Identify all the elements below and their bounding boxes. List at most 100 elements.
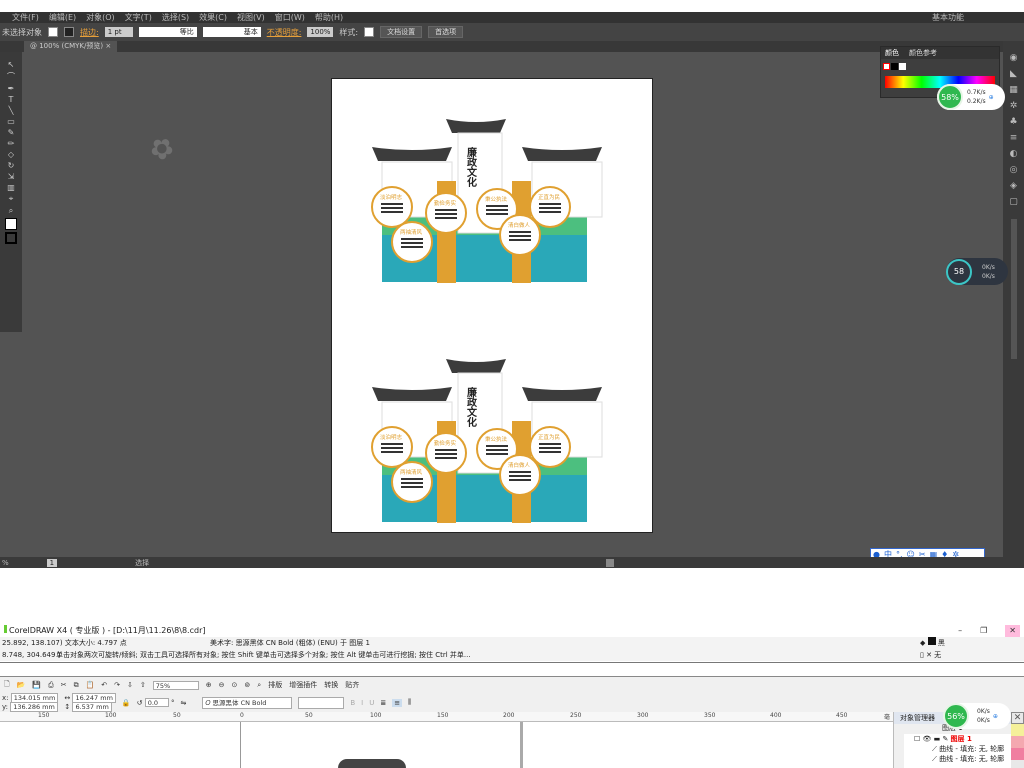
fill-swatch[interactable] [48, 27, 58, 37]
minimize-button[interactable]: – [958, 625, 962, 637]
zoom-selected-icon[interactable]: ⊙ [232, 681, 238, 689]
open-icon[interactable]: 📂 [17, 681, 26, 689]
brush-tool-icon[interactable]: ✎ [8, 128, 15, 137]
bold-icon[interactable]: B [350, 699, 355, 707]
fill-color-icon[interactable] [5, 218, 17, 230]
selection-tool-icon[interactable]: ↖ [8, 60, 15, 69]
menu-help[interactable]: 帮助(H) [315, 12, 343, 23]
menu-window[interactable]: 窗口(W) [275, 12, 305, 23]
line-tool-icon[interactable]: ╲ [9, 106, 14, 115]
zoom-tool-icon[interactable]: ⌕ [9, 206, 13, 216]
menu-select[interactable]: 选择(S) [162, 12, 189, 23]
coreldraw-canvas[interactable] [0, 722, 893, 768]
none-swatch[interactable] [883, 63, 890, 70]
y-field[interactable]: 136.286 mm [10, 701, 58, 712]
angle-field[interactable]: 0.0 [144, 698, 169, 707]
layout-button[interactable]: 排版 [268, 680, 282, 690]
print-icon[interactable]: ⎙ [48, 681, 54, 690]
swatches-icon[interactable]: ▦ [1009, 85, 1018, 95]
scrollbar[interactable] [1010, 219, 1017, 359]
snap-button[interactable]: 贴齐 [345, 680, 359, 690]
save-icon[interactable]: 💾 [32, 681, 41, 689]
horizontal-ruler[interactable]: 150 100 50 0 50 100 150 200 250 300 350 … [0, 712, 893, 730]
workspace-switcher[interactable]: 基本功能 [932, 12, 964, 23]
stroke-icon[interactable]: ≡ [1010, 133, 1018, 143]
mirror-icon[interactable]: ⇋ [180, 699, 186, 707]
new-icon[interactable]: 🗋 [4, 680, 10, 691]
menu-type[interactable]: 文字(T) [125, 12, 152, 23]
close-button[interactable]: ✕ [1005, 625, 1020, 637]
color-panel-icon[interactable]: ◉ [1010, 53, 1018, 63]
horizontal-text-icon[interactable]: ≡ [392, 698, 403, 707]
eraser-tool-icon[interactable]: ◇ [8, 150, 14, 159]
menu-object[interactable]: 对象(O) [86, 12, 115, 23]
menu-file[interactable]: 文件(F) [12, 12, 39, 23]
rectangle-tool-icon[interactable]: ▭ [7, 117, 15, 126]
zoom-page-icon[interactable]: ⌕ [257, 681, 261, 690]
document-setup-button[interactable]: 文档设置 [380, 26, 423, 38]
white-swatch[interactable] [899, 63, 906, 70]
document-tab[interactable]: @ 100% (CMYK/预览) × [24, 41, 118, 52]
artboard-number[interactable]: 1 [46, 558, 58, 567]
menu-edit[interactable]: 编辑(E) [49, 12, 76, 23]
network-speed-widget[interactable]: 58% 0.7K/s 0.2K/s ⊕ [937, 84, 1005, 110]
object-row[interactable]: ⟋ 曲线 - 填充: 无, 轮廓 [914, 754, 1011, 764]
color-tab[interactable]: 颜色 [885, 48, 899, 58]
opacity-label[interactable]: 不透明度: [267, 27, 302, 38]
brushes-icon[interactable]: ✲ [1010, 101, 1018, 111]
font-size-select[interactable] [298, 696, 345, 709]
height-field[interactable]: 6.537 mm [72, 701, 112, 712]
redo-icon[interactable]: ↷ [114, 681, 120, 689]
zoom-level-select[interactable]: 75% [152, 680, 199, 690]
style-swatch[interactable] [364, 27, 375, 37]
width-field[interactable]: 16.247 mm [72, 692, 116, 703]
zoom-field[interactable]: % [2, 559, 9, 567]
palette-swatch[interactable] [1011, 724, 1024, 736]
paste-icon[interactable]: 📋 [86, 681, 95, 689]
stroke-color-icon[interactable] [5, 232, 17, 244]
pencil-tool-icon[interactable]: ✏ [8, 139, 15, 148]
palette-swatch[interactable] [1011, 736, 1024, 748]
color-palette[interactable]: ✕ [1011, 712, 1024, 768]
plus-icon[interactable]: ⊕ [993, 713, 998, 720]
network-speed-widget-2[interactable]: 58 0K/s 0K/s [946, 258, 1008, 285]
import-icon[interactable]: ⇩ [127, 681, 133, 689]
stroke-swatch[interactable] [64, 27, 74, 37]
gradient-icon[interactable]: ◣ [1010, 69, 1017, 79]
close-tab-icon[interactable]: × [105, 42, 111, 50]
convert-button[interactable]: 转换 [324, 680, 338, 690]
x-field[interactable]: 134.015 mm [10, 692, 59, 703]
menu-effect[interactable]: 效果(C) [199, 12, 227, 23]
cut-icon[interactable]: ✂ [61, 681, 67, 689]
network-speed-widget-3[interactable]: 56% 0K/s 0K/s ⊕ [943, 703, 1011, 729]
lasso-tool-icon[interactable]: ⌒ [7, 71, 15, 82]
italic-icon[interactable]: I [361, 699, 363, 707]
restore-button[interactable]: ❐ [980, 625, 987, 637]
black-swatch[interactable] [891, 63, 898, 70]
preferences-button[interactable]: 首选项 [428, 26, 464, 38]
font-select[interactable]: 𝑂 思源黑体 CN Bold [202, 696, 293, 709]
zoom-in-icon[interactable]: ⊕ [206, 681, 212, 689]
rotate-tool-icon[interactable]: ↻ [8, 161, 15, 170]
artboard[interactable]: 廉政文化 淡泊明志 勤俭务实 秉公执法 正直为民 两袖清风 清白做人 廉政文化 淡泊明志 勤俭务… [331, 78, 653, 533]
artboards-icon[interactable]: ▢ [1009, 197, 1018, 207]
scale-tool-icon[interactable]: ⇲ [8, 172, 15, 181]
stroke-weight-field[interactable]: 1 pt [104, 27, 133, 37]
menu-view[interactable]: 视图(V) [237, 12, 265, 23]
eyedropper-tool-icon[interactable]: ⌖ [9, 194, 14, 204]
enhance-plugin-button[interactable]: 增强插件 [289, 680, 317, 690]
export-icon[interactable]: ⇧ [140, 681, 146, 689]
layer-row[interactable]: ☐ 👁 ▬ ✎ 图层 1 [914, 734, 1011, 744]
color-guide-tab[interactable]: 颜色参考 [909, 48, 937, 58]
lock-ratio-icon[interactable]: 🔒 [122, 699, 131, 707]
align-icon[interactable]: ≣ [380, 699, 386, 707]
pen-tool-icon[interactable]: ✒ [8, 84, 15, 93]
underline-icon[interactable]: U [369, 699, 374, 707]
plus-icon[interactable]: ⊕ [989, 94, 994, 101]
symbols-icon[interactable]: ♣ [1009, 117, 1017, 127]
appearance-icon[interactable]: ◎ [1010, 165, 1018, 175]
copy-icon[interactable]: ⧉ [74, 681, 79, 690]
object-row[interactable]: ⟋ 曲线 - 填充: 无, 轮廓 [914, 744, 1011, 754]
stroke-profile[interactable]: 等比 [138, 27, 197, 37]
opacity-field[interactable]: 100% [307, 27, 334, 37]
